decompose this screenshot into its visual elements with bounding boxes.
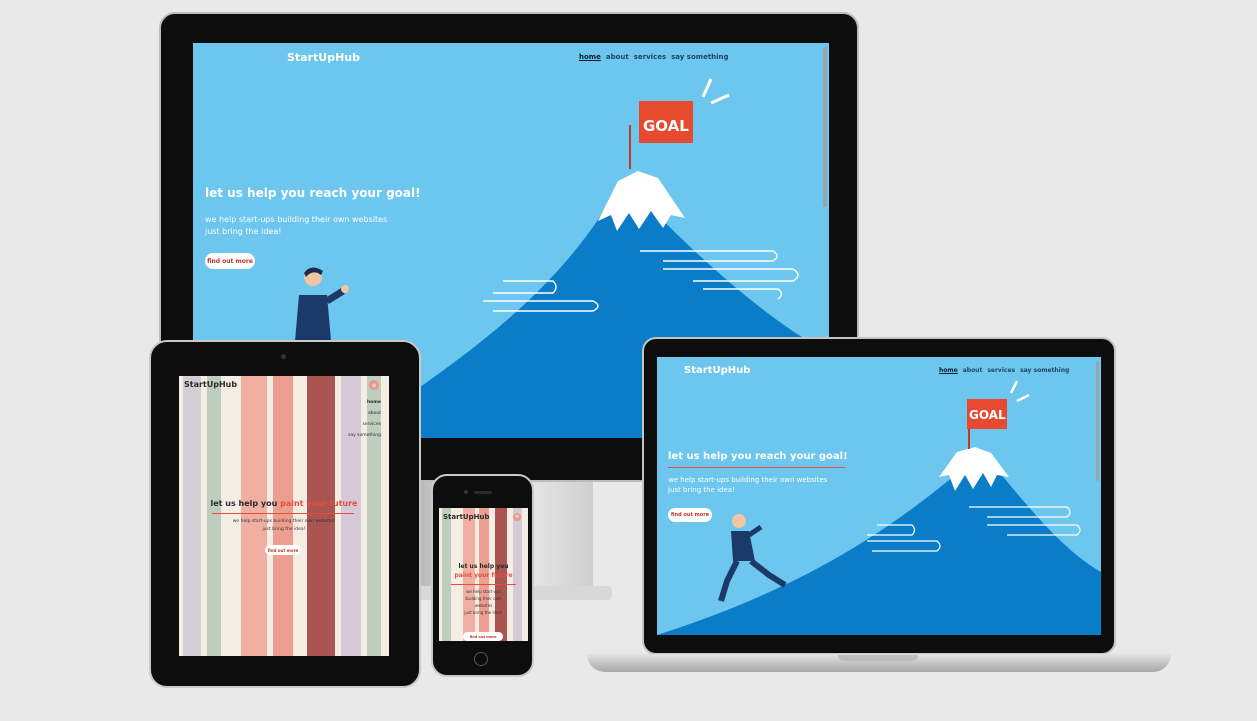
monitor-find-out-more-button[interactable]: find out more (205, 253, 255, 269)
monitor-nav-home[interactable]: home (579, 53, 601, 61)
phone-speaker (474, 491, 492, 494)
phone-home-button[interactable] (474, 652, 488, 666)
laptop-nav-services[interactable]: services (987, 367, 1015, 374)
laptop-nav-about[interactable]: about (963, 367, 983, 374)
laptop-nav-home[interactable]: home (939, 367, 958, 374)
monitor-hero-heading: let us help you reach your goal! (205, 186, 421, 200)
tablet-brush-stroke (207, 376, 221, 656)
tablet-heading-underline (212, 513, 354, 514)
monitor-hero-sub-line2: just bring the idea! (205, 227, 282, 236)
laptop-screen: StartUpHub home about services say somet… (657, 357, 1101, 635)
phone-brand-logo[interactable]: StartUpHub (443, 513, 489, 521)
tablet-camera (281, 354, 286, 359)
phone-hero-sub-line4: just bring the idea! (464, 610, 503, 615)
phone-camera (464, 490, 468, 494)
phone-heading-underline (451, 584, 516, 585)
phone-screen: StartUpHub ≡ let us help you paint your … (439, 508, 528, 641)
tablet-heading-accent: paint your future (280, 499, 358, 508)
tablet-screen: StartUpHub ≡ home about services say som… (179, 376, 389, 656)
laptop-hero-sub-line2: just bring the idea! (668, 486, 735, 494)
tablet-menu: home about services say something (348, 397, 381, 441)
tablet-brush-stroke (183, 376, 201, 656)
monitor-flag-label: GOAL (643, 117, 689, 135)
monitor-scrollbar[interactable] (823, 47, 827, 207)
laptop-hero-heading: let us help you reach your goal! (668, 451, 848, 462)
monitor-nav-services[interactable]: services (634, 53, 666, 61)
monitor-nav-about[interactable]: about (606, 53, 629, 61)
phone-heading-accent: paint your future (454, 572, 513, 579)
tablet-hamburger-icon[interactable]: ≡ (369, 380, 379, 390)
laptop-flag-label: GOAL (969, 408, 1006, 422)
tablet-hero-sub-line2: just bring the idea! (262, 527, 306, 532)
laptop-nav: home about services say something (939, 367, 1069, 374)
tablet-menu-say-something[interactable]: say something (348, 430, 381, 441)
tablet-brand-logo[interactable]: StartUpHub (184, 380, 237, 389)
laptop-brand-logo[interactable]: StartUpHub (684, 365, 750, 376)
tablet-brush-stroke (241, 376, 267, 656)
tablet-find-out-more-button[interactable]: find out more (265, 545, 301, 555)
monitor-nav: home about services say something (579, 53, 729, 61)
laptop-find-out-more-button[interactable]: find out more (668, 508, 712, 522)
phone-hamburger-icon[interactable]: ≡ (513, 513, 521, 521)
monitor-nav-say-something[interactable]: say something (671, 53, 728, 61)
phone-heading-plain: let us help you (458, 563, 509, 570)
tablet-menu-home[interactable]: home (348, 397, 381, 408)
tablet-heading-plain: let us help you (210, 499, 278, 508)
phone-hero-sub-line3: websites (474, 603, 493, 608)
tablet-menu-about[interactable]: about (348, 408, 381, 419)
tablet-menu-services[interactable]: services (348, 419, 381, 430)
laptop-businessman-illustration (718, 514, 787, 602)
tablet-hero-sub-line1: we help start-ups building their own web… (232, 519, 336, 524)
laptop-nav-say-something[interactable]: say something (1020, 367, 1069, 374)
laptop-heading-underline (668, 467, 845, 468)
laptop-hero-sub-line1: we help start-ups building their own web… (668, 476, 828, 484)
tablet-brush-stroke (307, 376, 335, 656)
phone-hero-sub-line1: we help start-ups (466, 589, 501, 594)
laptop-hinge-notch (838, 655, 918, 661)
tablet-hero-heading: let us help you paint your future (179, 499, 389, 508)
phone-hero-sub-line2: building their own (465, 596, 502, 601)
monitor-hero-sub-line1: we help start-ups building their own web… (205, 215, 388, 224)
monitor-brand-logo[interactable]: StartUpHub (287, 51, 360, 64)
phone-find-out-more-button[interactable]: find out more (463, 632, 503, 641)
laptop-scrollbar[interactable] (1096, 361, 1099, 481)
tablet-brush-stroke (273, 376, 293, 656)
